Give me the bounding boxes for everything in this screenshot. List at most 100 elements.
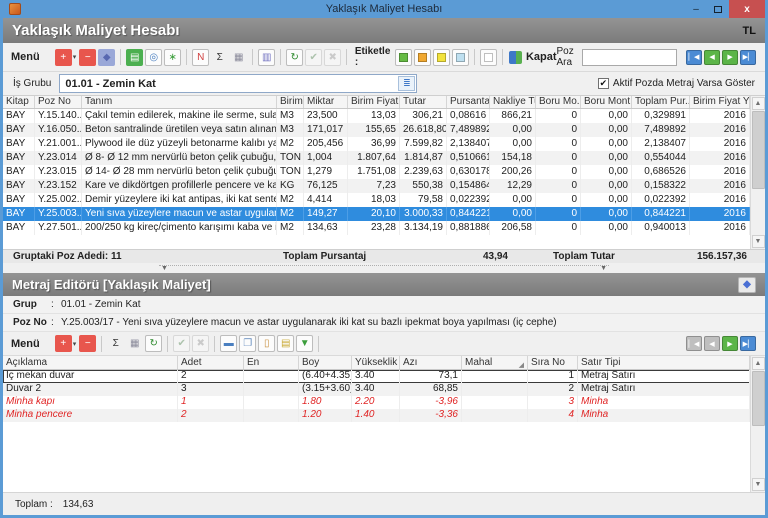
column-header[interactable]: Adet xyxy=(178,356,244,369)
add-row-icon[interactable]: + xyxy=(55,335,72,352)
book-icon[interactable]: ▤ xyxy=(126,49,143,66)
nav-last-button[interactable]: ▶▏ xyxy=(740,50,756,65)
column-header[interactable]: Birim Fiyat xyxy=(348,96,400,108)
table-cell[interactable]: 0 xyxy=(536,179,581,193)
table-cell[interactable]: 2.20 xyxy=(352,396,400,409)
table-cell[interactable]: 0 xyxy=(536,137,581,151)
tag-icon[interactable]: ◆ xyxy=(98,49,115,66)
table-cell[interactable]: Minha xyxy=(578,409,750,422)
export-icon[interactable]: ▥ xyxy=(258,49,275,66)
table-cell[interactable]: 23,500 xyxy=(304,109,348,123)
table-cell[interactable]: Demir yüzeylere iki kat antipas, iki kat… xyxy=(82,193,277,207)
table-row[interactable]: BAYY.23.152Kare ve dikdörtgen profillerl… xyxy=(3,179,750,193)
table-cell[interactable]: 2,138407 xyxy=(447,137,490,151)
column-header[interactable]: Satır Tipi xyxy=(578,356,750,369)
table-cell[interactable]: Duvar 2 xyxy=(3,383,178,396)
metraj-filter-checkbox[interactable]: ✔ Aktif Pozda Metraj Varsa Göster xyxy=(598,78,755,89)
table-cell[interactable]: M3 xyxy=(277,123,304,137)
nav-next-button[interactable]: ▶ xyxy=(722,50,738,65)
table-cell[interactable]: M2 xyxy=(277,137,304,151)
table-row[interactable]: BAYY.23.015Ø 14- Ø 28 mm nervürlü beton … xyxy=(3,165,750,179)
etiketle-orange-button[interactable] xyxy=(414,49,431,66)
table-cell[interactable]: 0,022392 xyxy=(632,193,690,207)
table-row[interactable]: BAYY.15.140...Çakıl temin edilerek, maki… xyxy=(3,109,750,123)
table-cell[interactable]: 866,21 xyxy=(490,109,536,123)
table-cell[interactable]: 0,554044 xyxy=(632,151,690,165)
copy-icon[interactable]: ❐ xyxy=(239,335,256,352)
poz-grid-scrollbar[interactable]: ▲ ▼ xyxy=(750,96,765,249)
table-cell[interactable]: 0,00 xyxy=(581,193,632,207)
table-cell[interactable]: 3.40 xyxy=(352,370,400,383)
table-cell[interactable]: 23,28 xyxy=(348,221,400,235)
table-cell[interactable]: 1.807,64 xyxy=(348,151,400,165)
sigma-icon[interactable]: Σ xyxy=(211,49,228,66)
table-row[interactable]: Duvar 23(3.15+3.60)3.4068,852Metraj Satı… xyxy=(3,383,750,396)
table-cell[interactable]: 2016 xyxy=(690,221,750,235)
dropdown-caret-icon[interactable]: ▾ xyxy=(73,53,77,61)
remove-row-icon[interactable]: − xyxy=(79,335,96,352)
table-cell[interactable]: BAY xyxy=(3,179,35,193)
table-cell[interactable]: 1 xyxy=(178,396,244,409)
table-cell[interactable]: 73,1 xyxy=(400,370,462,383)
table-cell[interactable]: 2,138407 xyxy=(632,137,690,151)
table-cell[interactable]: (3.15+3.60) xyxy=(299,383,352,396)
preview-icon[interactable]: ◎ xyxy=(145,49,162,66)
table-cell[interactable]: BAY xyxy=(3,193,35,207)
table-cell[interactable]: 7,23 xyxy=(348,179,400,193)
table-cell[interactable]: 2 xyxy=(178,409,244,422)
table-cell[interactable]: Metraj Satırı xyxy=(578,370,750,383)
table-row[interactable]: BAYY.21.001...Plywood ile düz yüzeyli be… xyxy=(3,137,750,151)
table-row[interactable]: Minha pencere21.201.40-3,364Minha xyxy=(3,409,750,422)
table-cell[interactable]: BAY xyxy=(3,221,35,235)
table-cell[interactable]: BAY xyxy=(3,109,35,123)
table-cell[interactable]: 12,29 xyxy=(490,179,536,193)
table-cell[interactable]: -3,96 xyxy=(400,396,462,409)
column-header[interactable]: Tanım xyxy=(82,96,277,108)
table-cell[interactable]: 2016 xyxy=(690,207,750,221)
column-header[interactable]: Boru Mo... xyxy=(536,96,581,108)
table-cell[interactable]: 1.20 xyxy=(299,409,352,422)
table-cell[interactable]: BAY xyxy=(3,151,35,165)
table-cell[interactable]: 4,414 xyxy=(304,193,348,207)
table-cell[interactable]: 0,510661 xyxy=(447,151,490,165)
table-cell[interactable]: Y.23.015 xyxy=(35,165,82,179)
table-cell[interactable]: M3 xyxy=(277,109,304,123)
dropdown-caret-icon[interactable]: ▾ xyxy=(73,340,77,348)
table-cell[interactable]: 155,65 xyxy=(348,123,400,137)
table-cell[interactable]: -3,36 xyxy=(400,409,462,422)
nav-prev-button[interactable]: ◀ xyxy=(704,50,720,65)
splitter-handle[interactable]: ▼▼ xyxy=(3,263,765,273)
table-row[interactable]: BAYY.25.002...Demir yüzeylere iki kat an… xyxy=(3,193,750,207)
table-cell[interactable]: Y.25.002... xyxy=(35,193,82,207)
table-cell[interactable]: Ø 8- Ø 12 mm nervürlü beton çelik çubuğu… xyxy=(82,151,277,165)
table-cell[interactable]: 200,26 xyxy=(490,165,536,179)
table-cell[interactable]: 1.40 xyxy=(352,409,400,422)
maximize-button[interactable] xyxy=(707,0,729,18)
table-cell[interactable]: 36,99 xyxy=(348,137,400,151)
table-cell[interactable]: 0,881886 xyxy=(447,221,490,235)
table-cell[interactable]: 0 xyxy=(536,221,581,235)
table-cell[interactable] xyxy=(462,370,528,383)
table-cell[interactable]: 0,00 xyxy=(490,193,536,207)
table-cell[interactable]: 0,329891 xyxy=(632,109,690,123)
table-cell[interactable]: 2016 xyxy=(690,109,750,123)
table-cell[interactable]: M2 xyxy=(277,193,304,207)
table-cell[interactable]: 0,00 xyxy=(581,221,632,235)
column-header[interactable]: Nakliye Tu... xyxy=(490,96,536,108)
table-cell[interactable]: 0,00 xyxy=(490,123,536,137)
nav-next-button[interactable]: ▶ xyxy=(722,336,738,351)
table-cell[interactable]: 3 xyxy=(178,383,244,396)
table-cell[interactable]: 76,125 xyxy=(304,179,348,193)
table-cell[interactable]: 4 xyxy=(528,409,578,422)
table-cell[interactable]: 2016 xyxy=(690,193,750,207)
table-cell[interactable]: Y.16.050... xyxy=(35,123,82,137)
metraj-panel-button[interactable]: ◆ xyxy=(738,277,756,293)
table-cell[interactable]: 0,00 xyxy=(490,137,536,151)
minimize-button[interactable]: – xyxy=(685,0,707,18)
table-cell[interactable]: 0 xyxy=(536,193,581,207)
table-cell[interactable]: 0,00 xyxy=(490,207,536,221)
table-row[interactable]: BAYY.25.003...Yeni sıva yüzeylere macun … xyxy=(3,207,750,221)
column-header[interactable]: Poz No xyxy=(35,96,82,108)
nav-first-button[interactable]: ▏◀ xyxy=(686,50,702,65)
table-cell[interactable]: 13,03 xyxy=(348,109,400,123)
